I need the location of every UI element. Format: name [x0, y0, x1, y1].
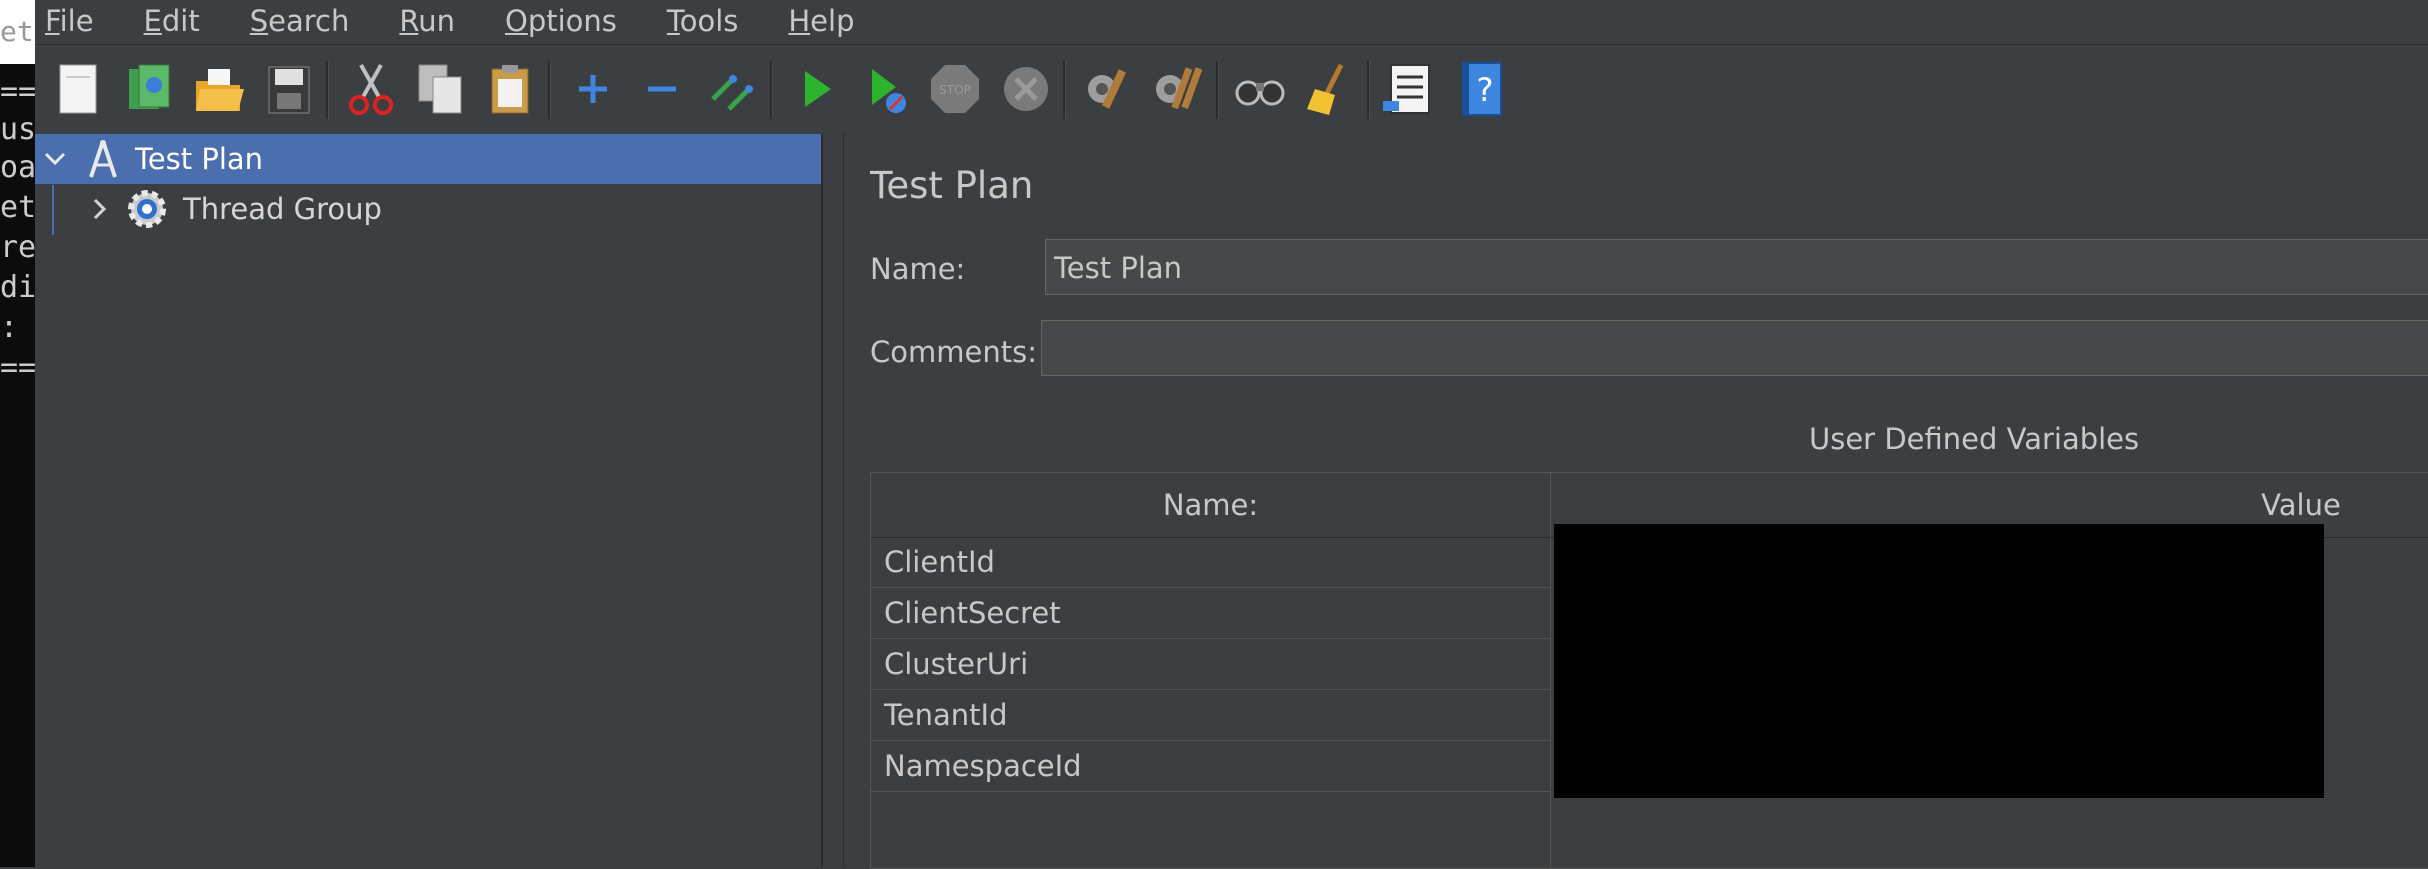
- menu-search[interactable]: Search: [250, 4, 350, 38]
- redacted-values-block: [1554, 524, 2324, 798]
- toolbar: STOP ?: [35, 44, 2428, 136]
- paste-icon[interactable]: [482, 59, 538, 119]
- tree-node-label: Test Plan: [135, 142, 264, 176]
- table-row[interactable]: ClientId: [871, 537, 1550, 588]
- name-field[interactable]: Test Plan: [1045, 239, 2428, 295]
- terminal-line: ete: [0, 190, 35, 225]
- variable-name-cell: ClientId: [884, 545, 995, 579]
- thread-group-gear-icon: [125, 187, 169, 231]
- stop-icon[interactable]: STOP: [927, 59, 983, 119]
- menu-file[interactable]: File: [45, 4, 94, 38]
- menu-mnemonic: H: [788, 4, 811, 38]
- variable-name-cell: TenantId: [884, 698, 1008, 732]
- shutdown-icon[interactable]: [998, 59, 1054, 119]
- tree-node-thread-group[interactable]: Thread Group: [85, 184, 382, 234]
- search-icon[interactable]: [1232, 59, 1288, 119]
- terminal-line: rea: [0, 230, 35, 265]
- menu-label: ools: [679, 4, 739, 38]
- menu-mnemonic: S: [249, 4, 269, 38]
- templates-icon[interactable]: [121, 59, 177, 119]
- page-title: Test Plan: [870, 164, 1034, 207]
- terminal-line: dit: [0, 270, 35, 305]
- reset-search-icon[interactable]: [1301, 59, 1357, 119]
- menu-mnemonic: F: [45, 4, 60, 38]
- table-row[interactable]: ClientSecret: [871, 588, 1550, 639]
- menu-label: ptions: [527, 4, 617, 38]
- menu-options[interactable]: Options: [505, 4, 617, 38]
- chevron-right-icon[interactable]: [85, 194, 115, 224]
- menu-mnemonic: T: [666, 4, 680, 38]
- terminal-title-fragment: ete: [0, 0, 35, 64]
- variable-name-cell: NamespaceId: [884, 749, 1082, 783]
- save-icon[interactable]: [261, 59, 317, 119]
- column-header-name[interactable]: Name:: [871, 473, 1550, 537]
- comments-field[interactable]: [1041, 320, 2428, 376]
- variable-name-cell: ClusterUri: [884, 647, 1029, 681]
- terminal-line: ===: [0, 350, 35, 385]
- menu-help[interactable]: Help: [788, 4, 854, 38]
- chevron-down-icon[interactable]: [40, 144, 70, 174]
- toolbar-separator: [1367, 61, 1370, 119]
- table-row[interactable]: ClusterUri: [871, 639, 1550, 690]
- tree-guide-line: [52, 185, 54, 235]
- tree-node-test-plan[interactable]: Test Plan: [35, 134, 821, 184]
- terminal-line: us: [0, 112, 35, 147]
- test-plan-tree: Test Plan Thread Group: [35, 134, 823, 867]
- toolbar-separator: [1216, 61, 1219, 119]
- terminal-line: oad: [0, 150, 35, 185]
- comments-label: Comments:: [870, 335, 1037, 369]
- terminal-line: ===: [0, 74, 35, 109]
- menu-label: ile: [59, 4, 94, 38]
- menu-run[interactable]: Run: [399, 4, 455, 38]
- name-label: Name:: [870, 252, 966, 286]
- toolbar-separator: [1063, 61, 1066, 119]
- clear-icon[interactable]: [1078, 59, 1134, 119]
- open-icon[interactable]: [190, 59, 246, 119]
- collapse-icon[interactable]: [634, 59, 690, 119]
- menu-label: dit: [161, 4, 200, 38]
- table-row[interactable]: NamespaceId: [871, 741, 1550, 792]
- menu-mnemonic: O: [505, 4, 528, 38]
- svg-text:?: ?: [1477, 71, 1494, 109]
- user-defined-variables-title: User Defined Variables: [1809, 422, 2140, 456]
- variable-name-cell: ClientSecret: [884, 596, 1061, 630]
- menu-mnemonic: E: [143, 4, 162, 38]
- start-no-pauses-icon[interactable]: [858, 59, 914, 119]
- toolbar-separator: [548, 61, 551, 119]
- help-icon[interactable]: ?: [1453, 59, 1509, 119]
- menu-label: un: [418, 4, 455, 38]
- clear-all-icon[interactable]: [1150, 59, 1206, 119]
- expand-icon[interactable]: [565, 59, 621, 119]
- svg-text:STOP: STOP: [939, 83, 971, 97]
- menu-label: elp: [810, 4, 855, 38]
- cut-icon[interactable]: [343, 59, 399, 119]
- tree-node-label: Thread Group: [183, 192, 382, 226]
- copy-icon[interactable]: [413, 59, 469, 119]
- panel-splitter[interactable]: [823, 134, 844, 867]
- menu-mnemonic: R: [399, 4, 419, 38]
- toggle-icon[interactable]: [703, 59, 759, 119]
- new-icon[interactable]: [50, 59, 106, 119]
- terminal-line: :: [0, 310, 19, 345]
- toolbar-separator: [326, 61, 329, 119]
- menu-edit[interactable]: Edit: [144, 4, 200, 38]
- test-plan-icon: [85, 139, 121, 179]
- menu-tools[interactable]: Tools: [667, 4, 738, 38]
- table-row[interactable]: TenantId: [871, 690, 1550, 741]
- background-terminal: ete === us oad ete rea dit : ===: [0, 0, 35, 867]
- toolbar-separator: [770, 61, 773, 119]
- column-divider: [1550, 473, 1551, 868]
- test-plan-panel: Test Plan Name: Test Plan Comments: User…: [844, 134, 2428, 869]
- function-helper-icon[interactable]: [1381, 59, 1437, 119]
- start-icon[interactable]: [787, 59, 843, 119]
- menu-bar: File Edit Search Run Options Tools Help: [35, 0, 2428, 42]
- menu-label: earch: [268, 4, 350, 38]
